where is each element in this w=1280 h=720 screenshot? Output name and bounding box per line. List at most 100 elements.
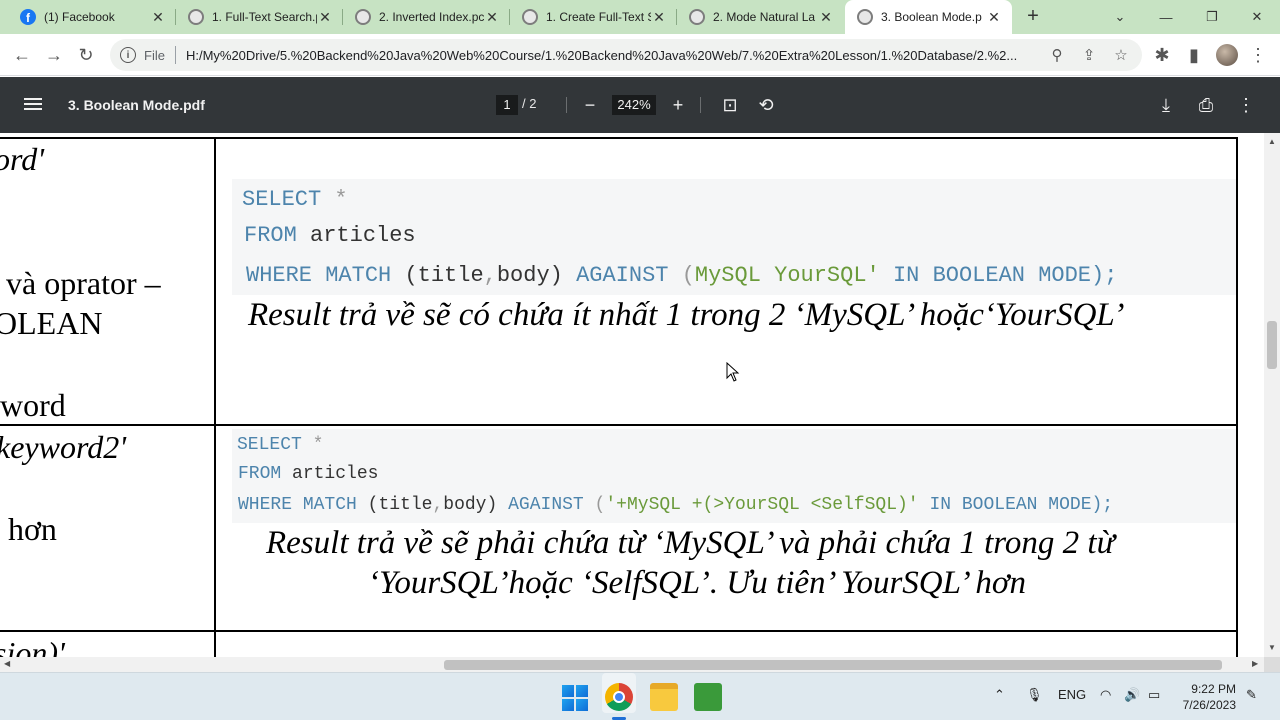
tab-title: 2. Mode Natural La	[713, 10, 816, 24]
left-cell-text: hơn	[8, 511, 57, 547]
horizontal-scrollbar[interactable]: ◀ ▶	[0, 657, 1264, 672]
print-icon[interactable]: ⎙	[1194, 93, 1218, 117]
url-text[interactable]: H:/My%20Drive/5.%20Backend%20Java%20Web%…	[186, 48, 1046, 63]
globe-icon	[857, 9, 873, 25]
scroll-corner	[1264, 657, 1280, 672]
fit-page-icon[interactable]: ⊡	[718, 93, 742, 117]
pdf-toolbar: 3. Boolean Mode.pdf 1 / 2 − 242% + ⊡ ⟲ ⤓…	[0, 77, 1280, 133]
code-line: FROM articles	[238, 464, 379, 484]
code-line: WHERE MATCH (title,body) AGAINST ('+MySQ…	[238, 495, 1114, 515]
time-text: 9:22 PM	[1191, 682, 1236, 696]
tab-strip: f (1) Facebook ✕ 1. Full-Text Search.p ✕…	[0, 0, 1280, 34]
tab-title: 3. Boolean Mode.p	[881, 10, 982, 24]
restore-icon[interactable]: ❐	[1189, 0, 1235, 34]
side-panel-icon[interactable]: ▮	[1182, 43, 1206, 67]
microphone-icon[interactable]: 🎙	[1026, 687, 1043, 703]
zoom-input[interactable]: 242%	[612, 95, 656, 115]
forward-arrow-icon[interactable]: →	[42, 43, 66, 67]
clock[interactable]: 9:22 PM 7/26/2023	[1180, 681, 1236, 713]
tab-create-full-text[interactable]: 1. Create Full-Text S ✕	[510, 0, 677, 34]
notification-icon[interactable]: ✎	[1246, 687, 1257, 703]
table-border	[1236, 137, 1238, 657]
code-line: SELECT *	[242, 187, 348, 212]
result-text: Result trả về sẽ phải chứa từ ‘MySQL’ và…	[266, 525, 1115, 561]
result-text: ‘YourSQL’hoặc ‘SelfSQL’. Ưu tiên’ YourSQ…	[368, 565, 1026, 601]
tab-title: 2. Inverted Index.pc	[379, 10, 484, 24]
tab-boolean-mode[interactable]: 3. Boolean Mode.p ✕	[845, 0, 1012, 34]
table-border	[214, 137, 216, 657]
share-icon[interactable]: ⇪	[1080, 46, 1098, 64]
back-arrow-icon[interactable]: ←	[10, 43, 34, 67]
scroll-up-icon[interactable]: ▲	[1268, 137, 1276, 146]
more-actions-icon[interactable]: ⋮	[1234, 93, 1258, 117]
globe-icon	[355, 9, 371, 25]
zoom-in-icon[interactable]: +	[666, 93, 690, 117]
pdf-page: ord' và oprator – OLEAN word keyword2' h…	[0, 133, 1264, 657]
zoom-icon[interactable]: ⚲	[1048, 46, 1066, 64]
close-window-icon[interactable]: ✕	[1234, 0, 1280, 34]
left-cell-text: keyword2'	[0, 429, 127, 465]
volume-icon[interactable]: 🔊	[1124, 687, 1140, 703]
windows-start-icon[interactable]	[560, 683, 588, 711]
tab-title: (1) Facebook	[44, 10, 115, 24]
file-explorer-icon[interactable]	[650, 683, 678, 711]
minimize-icon[interactable]: —	[1143, 0, 1189, 34]
battery-icon[interactable]: ▭	[1148, 687, 1160, 703]
info-icon[interactable]: i	[120, 47, 136, 63]
new-tab-button[interactable]: +	[1022, 6, 1044, 28]
menu-dots-icon[interactable]: ⋮	[1246, 43, 1270, 67]
close-icon[interactable]: ✕	[986, 9, 1002, 26]
tab-mode-natural[interactable]: 2. Mode Natural La ✕	[677, 0, 844, 34]
close-icon[interactable]: ✕	[651, 9, 667, 26]
hamburger-menu-icon[interactable]	[24, 95, 42, 113]
mouse-cursor-icon	[726, 362, 740, 382]
close-icon[interactable]: ✕	[484, 9, 500, 26]
wifi-icon[interactable]: ◠	[1100, 687, 1111, 703]
notes-app-icon[interactable]	[694, 683, 722, 711]
table-border	[0, 424, 1238, 426]
profile-avatar[interactable]	[1216, 44, 1238, 66]
divider	[174, 46, 176, 64]
bookmark-star-icon[interactable]: ☆	[1112, 46, 1130, 64]
vertical-scrollbar[interactable]: ▲ ▼	[1264, 133, 1280, 657]
close-icon[interactable]: ✕	[818, 9, 834, 26]
code-line: SELECT *	[237, 435, 324, 455]
tab-facebook[interactable]: f (1) Facebook ✕	[8, 0, 176, 34]
code-line: FROM articles	[244, 223, 416, 248]
left-cell-text: OLEAN	[0, 305, 103, 341]
date-text: 7/26/2023	[1182, 698, 1236, 712]
address-bar[interactable]: i File H:/My%20Drive/5.%20Backend%20Java…	[110, 39, 1142, 71]
page-number-input[interactable]: 1	[496, 95, 518, 115]
tab-inverted-index[interactable]: 2. Inverted Index.pc ✕	[343, 0, 510, 34]
close-icon[interactable]: ✕	[317, 9, 333, 26]
tab-full-text-search[interactable]: 1. Full-Text Search.p ✕	[176, 0, 343, 34]
pdf-viewer[interactable]: ord' và oprator – OLEAN word keyword2' h…	[0, 133, 1280, 657]
chevron-up-icon[interactable]: ⌃	[994, 687, 1005, 703]
language-indicator[interactable]: ENG	[1058, 687, 1086, 702]
scheme-label: File	[144, 47, 165, 63]
horizontal-scroll-thumb[interactable]	[444, 660, 1222, 670]
extensions-icon[interactable]: ✱	[1150, 43, 1174, 67]
left-cell-text: và oprator –	[6, 265, 161, 301]
scroll-right-icon[interactable]: ▶	[1252, 659, 1258, 668]
scroll-down-icon[interactable]: ▼	[1268, 643, 1276, 652]
tab-title: 1. Full-Text Search.p	[212, 10, 317, 24]
scroll-left-icon[interactable]: ◀	[4, 659, 10, 668]
globe-icon	[689, 9, 705, 25]
taskbar: ⌃ 🎙 ENG ◠ 🔊 ▭ 9:22 PM 7/26/2023 ✎	[0, 672, 1280, 720]
tab-title: 1. Create Full-Text S	[546, 10, 651, 24]
table-border	[0, 137, 1238, 139]
divider	[700, 97, 701, 113]
download-icon[interactable]: ⤓	[1154, 93, 1178, 117]
zoom-out-icon[interactable]: −	[578, 93, 602, 117]
globe-icon	[522, 9, 538, 25]
code-line: WHERE MATCH (title,body) AGAINST (MySQL …	[246, 263, 1118, 288]
reload-icon[interactable]: ↻	[74, 43, 98, 67]
left-cell-text: ord'	[0, 141, 45, 177]
chrome-icon[interactable]	[605, 683, 633, 711]
browser-toolbar: ← → ↻ i File H:/My%20Drive/5.%20Backend%…	[0, 34, 1280, 76]
close-icon[interactable]: ✕	[150, 9, 166, 26]
vertical-scroll-thumb[interactable]	[1267, 321, 1277, 369]
tab-search-icon[interactable]: ⌄	[1097, 0, 1143, 34]
rotate-icon[interactable]: ⟲	[754, 93, 778, 117]
